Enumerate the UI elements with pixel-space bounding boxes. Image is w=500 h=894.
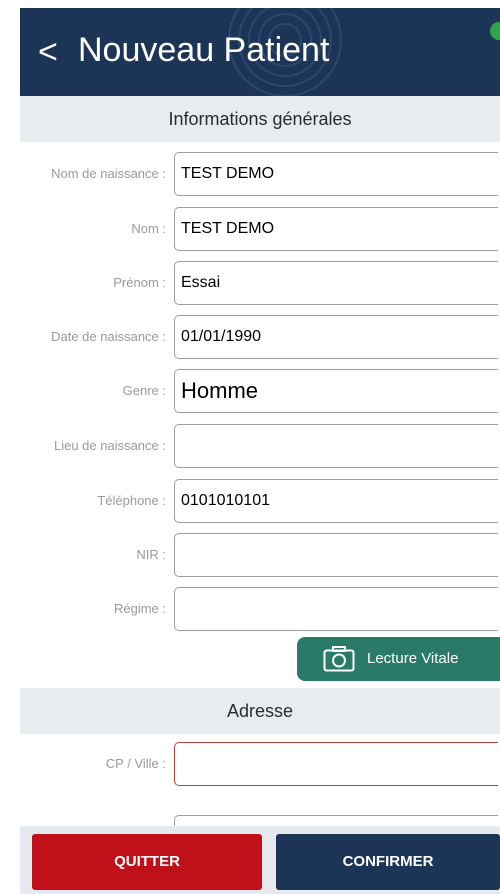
- postal-city-field[interactable]: [174, 742, 498, 786]
- lecture-vitale-label: Lecture Vitale: [367, 650, 459, 667]
- camera-icon: [323, 646, 355, 672]
- regime-field[interactable]: [174, 587, 498, 631]
- lecture-vitale-button[interactable]: Lecture Vitale: [297, 637, 500, 681]
- phone-label: Téléphone :: [97, 493, 166, 508]
- first-name-label: Prénom :: [113, 275, 166, 290]
- birth-name-field[interactable]: TEST DEMO: [174, 152, 498, 196]
- gender-label: Genre :: [122, 383, 166, 398]
- phone-field[interactable]: 0101010101: [174, 479, 498, 523]
- last-name-label: Nom :: [131, 221, 166, 236]
- regime-label: Régime :: [113, 601, 166, 616]
- confirm-button[interactable]: CONFIRMER: [276, 834, 500, 890]
- birth-name-label: Nom de naissance :: [51, 166, 166, 181]
- birth-date-field[interactable]: 01/01/1990: [174, 315, 498, 359]
- nir-field[interactable]: [174, 533, 498, 577]
- page-title: Nouveau Patient: [78, 31, 330, 69]
- app-header: < Nouveau Patient: [20, 8, 500, 96]
- section-header-address: Adresse: [20, 688, 500, 734]
- first-name-field[interactable]: Essai: [174, 261, 498, 305]
- chevron-left-icon: <: [38, 33, 58, 71]
- action-bar: QUITTER CONFIRMER: [20, 826, 500, 894]
- postal-city-label: CP / Ville :: [105, 756, 166, 771]
- quit-button[interactable]: QUITTER: [32, 834, 262, 890]
- birth-place-field[interactable]: [174, 424, 498, 468]
- birth-date-label: Date de naissance :: [51, 329, 166, 344]
- back-button[interactable]: <: [38, 32, 58, 72]
- last-name-field[interactable]: TEST DEMO: [174, 207, 498, 251]
- patient-form-screen: < Nouveau Patient Informations générales…: [20, 8, 500, 894]
- status-indicator: [490, 22, 500, 40]
- section-header-general: Informations générales: [20, 96, 500, 142]
- app-frame: < Nouveau Patient Informations générales…: [0, 0, 500, 894]
- gender-select[interactable]: Homme: [174, 369, 498, 413]
- birth-place-label: Lieu de naissance :: [53, 438, 166, 453]
- nir-label: NIR :: [136, 547, 166, 562]
